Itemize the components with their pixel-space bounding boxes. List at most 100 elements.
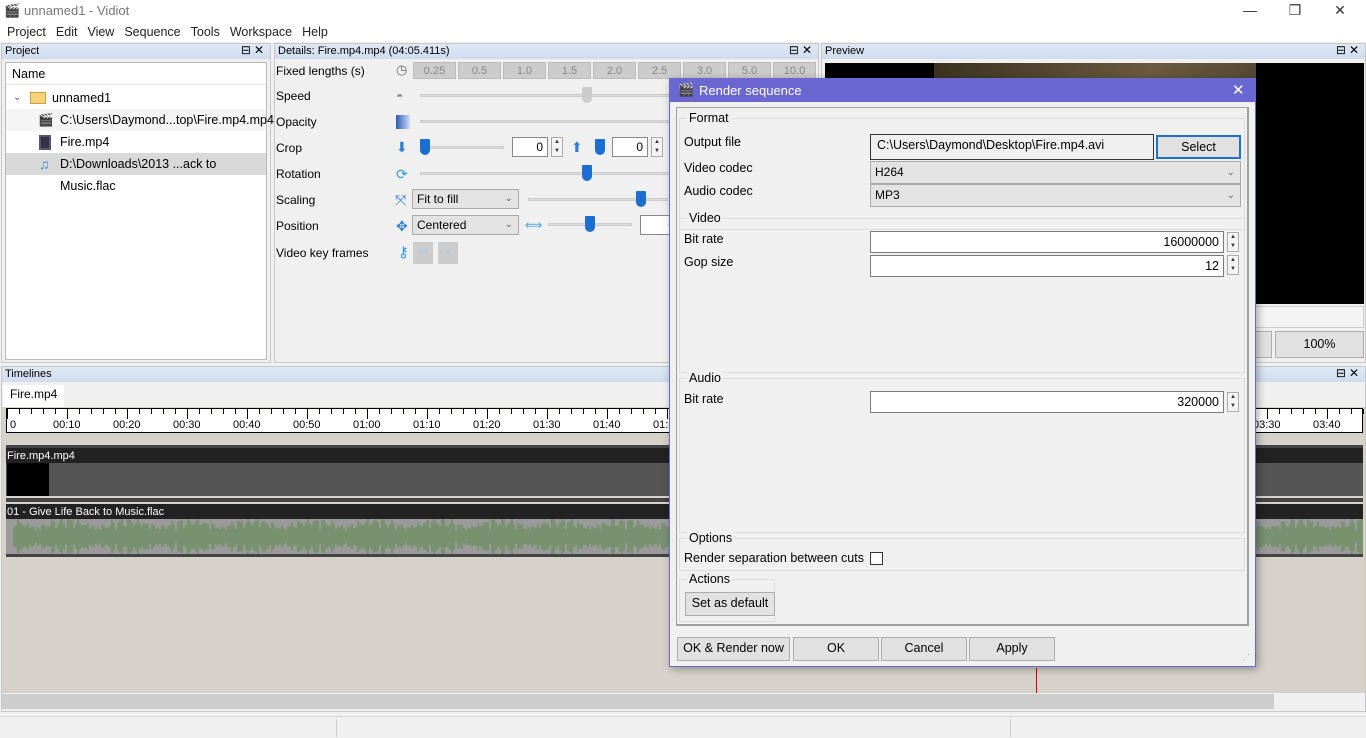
dialog-title-bar: 🎬 Render sequence ✕ [670, 79, 1255, 102]
audio-bitrate-input[interactable]: 320000 [870, 391, 1224, 413]
menu-view[interactable]: View [82, 22, 119, 42]
audio-legend: Audio [687, 371, 723, 385]
options-legend: Options [687, 531, 735, 545]
resize-grip-icon[interactable]: ⋰ [1242, 653, 1250, 662]
fixed-length-button[interactable]: 0.5 [458, 62, 501, 79]
music-note-icon: ♫ [39, 156, 50, 172]
panel-float-close-icons[interactable]: ⊟✕ [241, 43, 267, 57]
fixed-length-button[interactable]: 2.0 [593, 62, 636, 79]
column-header-name[interactable]: Name [6, 63, 266, 85]
ruler-tick [583, 409, 584, 414]
dialog-close-button[interactable]: ✕ [1232, 81, 1245, 99]
ruler-label: 00:40 [233, 419, 261, 431]
zoom-button[interactable]: 100% [1275, 331, 1364, 358]
tree-root-label: unnamed1 [52, 91, 112, 105]
details-panel-title: Details: Fire.mp4.mp4 (04:05.411s) [278, 45, 450, 57]
fixed-length-button[interactable]: 3.0 [683, 62, 726, 79]
ruler-tick [247, 409, 248, 419]
ruler-tick [571, 409, 572, 414]
menu-project[interactable]: Project [2, 22, 51, 42]
horizontal-scrollbar[interactable] [2, 693, 1365, 711]
menu-tools[interactable]: Tools [186, 22, 225, 42]
crop-top-input[interactable]: 0 [512, 137, 548, 157]
tree-item-label: D:\Downloads\2013 ...ack to Music.flac [60, 157, 217, 193]
apply-button[interactable]: Apply [969, 637, 1055, 661]
ok-button[interactable]: OK [793, 637, 879, 661]
minimize-button[interactable]: — [1235, 2, 1265, 18]
ruler-tick [451, 409, 452, 414]
move-icon: ✥ [396, 218, 408, 234]
status-bar [0, 716, 1366, 738]
ruler-tick [1327, 409, 1328, 419]
scaling-slider-thumb[interactable] [636, 191, 646, 207]
crop-bottom-stepper[interactable]: ▲ ▼ [651, 137, 663, 157]
restore-button[interactable]: ❐ [1280, 2, 1310, 19]
fixed-length-button[interactable]: 5.0 [728, 62, 771, 79]
previous-keyframe-button[interactable]: ⏴ [438, 242, 458, 264]
fixed-length-button[interactable]: 1.0 [503, 62, 546, 79]
rotation-slider-thumb[interactable] [582, 165, 592, 181]
rotation-slider[interactable] [420, 172, 670, 175]
render-separation-checkbox[interactable] [870, 552, 883, 565]
tree-item-selected[interactable]: ♫ D:\Downloads\2013 ...ack to Music.flac [6, 153, 266, 193]
ruler-tick [559, 409, 560, 414]
video-bitrate-input[interactable]: 16000000 [870, 231, 1224, 253]
panel-float-close-icons[interactable]: ⊟✕ [1336, 43, 1362, 57]
playhead-cursor[interactable] [1036, 668, 1037, 693]
ruler-tick [475, 409, 476, 414]
tab-fire-mp4[interactable]: Fire.mp4 [3, 385, 65, 407]
video-codec-value: H264 [875, 165, 904, 179]
close-button[interactable]: ✕ [1325, 2, 1355, 19]
crop-top-slider-thumb[interactable] [420, 139, 430, 155]
scaling-slider[interactable] [528, 198, 668, 201]
project-panel: Project ⊟✕ Name ⌄ unnamed1 🎬 C:\Users\Day… [1, 43, 274, 363]
tree-item[interactable]: 🎬 C:\Users\Daymond...top\Fire.mp4.mp4 [6, 109, 274, 131]
ruler-tick [151, 409, 152, 414]
gop-size-stepper[interactable]: ▲ ▼ [1227, 255, 1239, 275]
menu-workspace[interactable]: Workspace [225, 22, 297, 42]
panel-float-close-icons[interactable]: ⊟✕ [789, 43, 815, 57]
position-dropdown[interactable]: Centered ⌄ [412, 215, 519, 235]
menu-sequence[interactable]: Sequence [119, 22, 185, 42]
output-file-field[interactable]: C:\Users\Daymond\Desktop\Fire.mp4.avi [870, 134, 1154, 160]
audio-bitrate-stepper[interactable]: ▲ ▼ [1227, 392, 1239, 412]
crop-bottom-slider-thumb[interactable] [595, 139, 605, 155]
select-output-button[interactable]: Select [1156, 135, 1241, 159]
video-legend: Video [687, 211, 723, 225]
project-tree[interactable]: Name ⌄ unnamed1 🎬 C:\Users\Daymond...top… [5, 62, 274, 360]
crop-bottom-input[interactable]: 0 [612, 137, 648, 157]
audio-codec-dropdown[interactable]: MP3 ⌄ [870, 184, 1241, 207]
speed-slider-thumb[interactable] [582, 87, 592, 103]
scaling-dropdown[interactable]: Fit to fill ⌄ [412, 189, 519, 209]
ruler-tick [19, 409, 20, 414]
crop-top-slider[interactable] [420, 146, 504, 149]
menu-bar: Project Edit View Sequence Tools Workspa… [0, 22, 1366, 42]
fixed-length-button[interactable]: 1.5 [548, 62, 591, 79]
fixed-length-button[interactable]: 0.25 [413, 62, 456, 79]
ok-and-render-now-button[interactable]: OK & Render now [677, 637, 790, 661]
panel-float-close-icons[interactable]: ⊟✕ [1336, 366, 1362, 380]
tree-item[interactable]: Fire.mp4 [6, 131, 266, 153]
fixed-length-button[interactable]: 2.5 [638, 62, 681, 79]
chevron-down-icon[interactable]: ⌄ [13, 87, 21, 109]
speed-slider[interactable] [420, 94, 670, 97]
crop-top-stepper[interactable]: ▲ ▼ [551, 137, 563, 157]
ruler-tick [235, 409, 236, 414]
set-as-default-button[interactable]: Set as default [685, 592, 775, 616]
ruler-label: 01:10 [413, 419, 441, 431]
menu-help[interactable]: Help [297, 22, 333, 42]
gop-size-input[interactable]: 12 [870, 255, 1224, 277]
tree-item-label: C:\Users\Daymond...top\Fire.mp4.mp4 [60, 113, 274, 127]
video-codec-dropdown[interactable]: H264 ⌄ [870, 161, 1241, 184]
position-slider-thumb[interactable] [585, 216, 595, 232]
tree-root[interactable]: ⌄ unnamed1 [6, 87, 266, 109]
fixed-length-button[interactable]: 10.0 [773, 62, 816, 79]
video-bitrate-stepper[interactable]: ▲ ▼ [1227, 232, 1239, 252]
ruler-tick [139, 409, 140, 414]
cancel-button[interactable]: Cancel [881, 637, 967, 661]
first-keyframe-button[interactable]: ⏮ [413, 242, 433, 264]
menu-edit[interactable]: Edit [51, 22, 83, 42]
folder-icon [30, 92, 46, 104]
scrollbar-thumb[interactable] [2, 694, 1274, 709]
opacity-slider[interactable] [420, 120, 670, 123]
